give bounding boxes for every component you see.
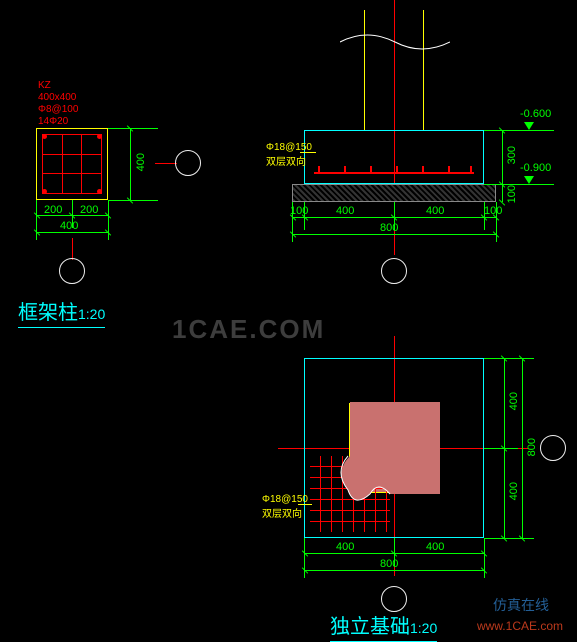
- column-title: 框架柱1:20: [18, 296, 105, 328]
- sec-dim-m1: 400: [336, 205, 354, 217]
- grid-bubble: [381, 258, 407, 284]
- sec-dim-tot: 800: [380, 222, 398, 234]
- col-dim-htot: 400: [60, 220, 78, 232]
- grid-bubble: [381, 586, 407, 612]
- sec-dim-v1: 300: [506, 146, 518, 164]
- elev-bot: -0.900: [520, 162, 551, 174]
- sec-dim-l: 100: [290, 205, 308, 217]
- watermark-url: www.1CAE.com: [477, 619, 563, 633]
- column-elevation: [364, 10, 424, 130]
- plan-dim-ht: 800: [380, 558, 398, 570]
- grid-bubble: [540, 435, 566, 461]
- stirrup-outline: [42, 134, 102, 194]
- grid-bubble: [175, 150, 201, 176]
- col-dim-h2: 200: [80, 204, 98, 216]
- sec-dim-r: 100: [484, 205, 502, 217]
- section-rebar-note: Φ18@150 双层双向: [266, 142, 312, 168]
- plan-dim-vt: 800: [526, 438, 538, 456]
- plan-dim-h2: 400: [426, 541, 444, 553]
- column-outline: [36, 128, 108, 200]
- watermark-cn: 仿真在线: [493, 595, 549, 615]
- col-dim-v: 400: [135, 153, 147, 171]
- plan-title: 独立基础1:20: [330, 610, 437, 642]
- cad-viewport[interactable]: KZ 400x400 Φ8@100 14Φ20 400 200 200 400: [0, 0, 577, 641]
- elev-top: -0.600: [520, 108, 551, 120]
- sec-dim-v2: 100: [506, 185, 518, 203]
- plan-rebar-note: Φ18@150 双层双向: [262, 494, 308, 520]
- bottom-rebar: [314, 172, 474, 174]
- plan-dim-v2: 400: [508, 482, 520, 500]
- break-line: [340, 32, 450, 52]
- break-mask: [310, 402, 490, 538]
- col-dim-h1: 200: [44, 204, 62, 216]
- sec-dim-m2: 400: [426, 205, 444, 217]
- footing-section: [304, 130, 484, 184]
- grid-bubble: [59, 258, 85, 284]
- column-label: KZ 400x400 Φ8@100 14Φ20: [38, 80, 78, 128]
- bedding-layer: [292, 184, 496, 202]
- plan-dim-v1: 400: [508, 392, 520, 410]
- plan-dim-h1: 400: [336, 541, 354, 553]
- watermark: 1CAE.COM: [172, 314, 325, 345]
